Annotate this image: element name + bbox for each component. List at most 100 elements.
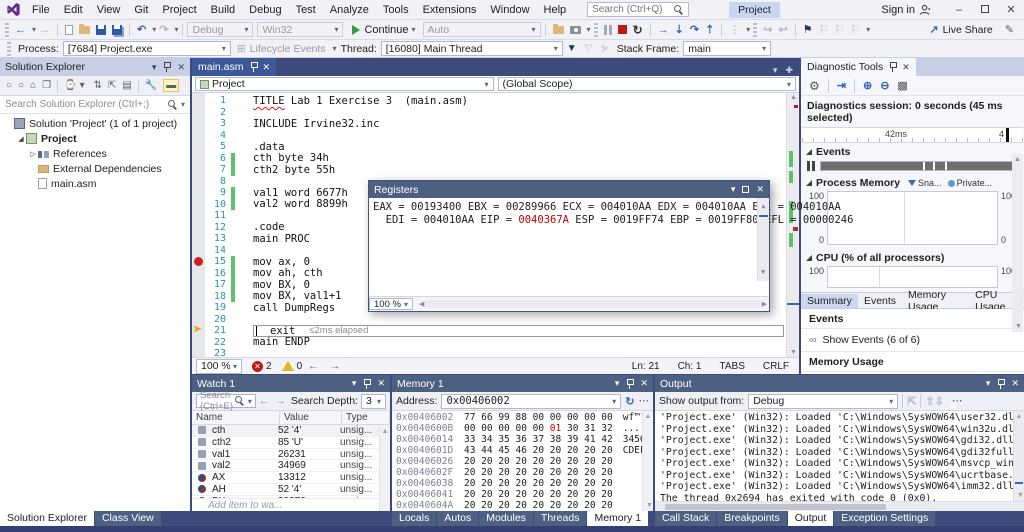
preview-selected-toggle[interactable]: ▬ (163, 79, 179, 92)
reset-view-icon[interactable]: ▩ (897, 79, 907, 92)
menu-file[interactable]: File (25, 4, 57, 16)
close-icon[interactable]: ✕ (377, 378, 385, 389)
home-icon[interactable]: ⌂ (30, 80, 36, 91)
forward-icon[interactable]: ○ (18, 80, 24, 91)
next-issue-icon[interactable]: → (330, 361, 340, 372)
output-log[interactable]: 'Project.exe' (Win32): Loaded 'C:\Window… (655, 411, 1024, 501)
reattach-button[interactable]: ↩ (776, 21, 791, 39)
goto-next-message-icon[interactable]: ⇩ (935, 395, 944, 408)
diagnostic-tools-tab[interactable]: Diagnostic Tools ✕ (801, 58, 916, 76)
chevron-down-icon[interactable]: ▾ (986, 378, 991, 389)
tree-item-solution-project-1-of-1-project-[interactable]: Solution 'Project' (1 of 1 project) (0, 116, 190, 131)
code-line-3[interactable]: 3INCLUDE Irvine32.inc (192, 118, 786, 130)
quick-search-box[interactable]: Search (Ctrl+Q) (587, 2, 689, 17)
line-margin[interactable] (192, 95, 205, 107)
wrench-icon[interactable]: 🔧 (145, 80, 157, 91)
break-all-button[interactable] (601, 21, 615, 39)
pin-icon[interactable] (889, 62, 896, 72)
tabs-indicator[interactable]: TABS (719, 361, 744, 372)
process-memory-section-header[interactable]: Process Memory Sna...Private... (801, 174, 1024, 191)
line-indicator[interactable]: Ln: 21 (632, 361, 660, 372)
split-icon[interactable]: ✚ (785, 65, 793, 76)
restart-button[interactable]: ↻ (630, 21, 646, 39)
chevron-down-icon[interactable]: ▾ (152, 62, 157, 73)
doc-well-dropdown-icon[interactable]: ▾ (773, 65, 778, 76)
breakpoint-icon[interactable] (194, 257, 203, 266)
memory-row[interactable]: 0x0040602620 20 20 20 20 20 20 20 20 (392, 456, 653, 467)
watch-col-value[interactable]: Value (280, 411, 342, 424)
code-line-22[interactable]: 22main ENDP (192, 337, 786, 349)
registers-content[interactable]: EAX = 00193400 EBX = 00289966 ECX = 0040… (369, 198, 769, 296)
application-insights-button[interactable]: ⋮ (726, 21, 743, 39)
export-icon[interactable]: ⇥ (837, 79, 846, 92)
line-margin[interactable] (192, 164, 205, 176)
line-margin[interactable] (192, 130, 205, 142)
menu-build[interactable]: Build (204, 4, 242, 16)
code-line-4[interactable]: 4 (192, 130, 786, 142)
line-margin[interactable] (192, 245, 205, 257)
back-icon[interactable]: ○ (6, 80, 12, 91)
zoom-in-icon[interactable]: ⊕ (863, 79, 872, 92)
menu-analyze[interactable]: Analyze (323, 4, 376, 16)
memory-row[interactable]: 0x0040600277 66 99 88 00 00 00 00 00wf™ˆ… (392, 412, 653, 423)
menu-view[interactable]: View (90, 4, 128, 16)
overflow-menu-icon[interactable]: ⋯ (639, 395, 650, 407)
goto-prev-message-icon[interactable]: ⇧ (925, 395, 934, 408)
menu-help[interactable]: Help (537, 4, 574, 16)
explorer-tab-class-view[interactable]: Class View (95, 511, 161, 526)
redo-button[interactable]: ↷ (156, 21, 171, 39)
show-next-statement-button[interactable]: → (655, 21, 672, 39)
memory-tab-autos[interactable]: Autos (437, 511, 478, 526)
menu-extensions[interactable]: Extensions (416, 4, 484, 16)
menu-project[interactable]: Project (155, 4, 203, 16)
memory-tab-threads[interactable]: Threads (534, 511, 587, 526)
line-margin[interactable] (192, 210, 205, 222)
stop-debugging-button[interactable] (615, 21, 630, 39)
global-scope-dropdown[interactable]: (Global Scope)▾ (498, 77, 797, 91)
refresh-icon[interactable]: ↻ (625, 395, 634, 408)
column-indicator[interactable]: Ch: 1 (678, 361, 702, 372)
watch-row-val2[interactable]: val234969unsig... (192, 460, 390, 472)
attach-button[interactable]: ↪ (760, 21, 775, 39)
solution-platform-dropdown[interactable]: Win32▾ (257, 22, 343, 37)
lifecycle-events-dropdown[interactable]: Lifecycle Events (250, 43, 326, 55)
timeline-cursor[interactable] (1006, 128, 1009, 142)
line-margin[interactable] (192, 337, 205, 349)
code-line-21[interactable]: ➤21exit≤2ms elapsed (192, 325, 786, 337)
line-margin[interactable]: ➤ (192, 325, 205, 337)
memory-header[interactable]: Memory 1 ▾ ✕ (392, 375, 653, 392)
scroll-up-icon[interactable]: ▲ (790, 94, 797, 101)
memory-row[interactable]: 0x0040604A20 20 20 20 20 20 20 20 20 (392, 500, 653, 511)
sync-icon[interactable]: ⇅ (94, 80, 102, 91)
close-icon[interactable]: ✕ (756, 184, 764, 195)
warning-count[interactable]: 0 (297, 361, 303, 372)
chevron-down-icon[interactable]: ▾ (352, 378, 357, 389)
line-margin[interactable] (192, 222, 205, 234)
collapse-all-icon[interactable]: ⇱ (108, 80, 116, 91)
take-snapshot-button[interactable]: Take Snapshot (801, 372, 1024, 374)
hscroll-left-icon[interactable]: ◀ (419, 300, 424, 308)
clear-bookmarks-button[interactable]: ⚐ (847, 21, 863, 39)
solution-configuration-dropdown[interactable]: Debug▾ (187, 22, 253, 37)
memory-row[interactable]: 0x0040601D43 44 45 46 20 20 20 20 20CDEF (392, 445, 653, 456)
step-into-button[interactable]: ⇣ (672, 21, 687, 39)
output-tab-breakpoints[interactable]: Breakpoints (717, 511, 786, 526)
output-hscrollbar[interactable] (655, 501, 1024, 511)
diagnostics-tab-summary[interactable]: Summary (801, 294, 858, 308)
code-line-5[interactable]: 5.data (192, 141, 786, 153)
registers-hscrollbar[interactable] (426, 300, 759, 308)
events-bar[interactable] (820, 161, 1018, 171)
watch-col-type[interactable]: Type (342, 411, 390, 424)
diagnostics-tab-events[interactable]: Events (858, 294, 902, 308)
error-count[interactable]: 2 (266, 361, 272, 372)
output-tab-call-stack[interactable]: Call Stack (655, 511, 716, 526)
line-margin[interactable] (192, 118, 205, 130)
memory-row[interactable]: 0x0040603820 20 20 20 20 20 20 20 20 (392, 478, 653, 489)
debug-target-dropdown[interactable]: Auto▾ (423, 22, 541, 37)
save-button[interactable] (93, 21, 109, 39)
search-back-icon[interactable]: ← (259, 395, 270, 407)
registers-zoom-dropdown[interactable]: 100 %▾ (369, 298, 413, 310)
watch-row-ax[interactable]: AX13312unsig... (192, 472, 390, 484)
pin-icon[interactable] (363, 379, 370, 389)
continue-button[interactable]: Continue▾ (349, 21, 418, 39)
